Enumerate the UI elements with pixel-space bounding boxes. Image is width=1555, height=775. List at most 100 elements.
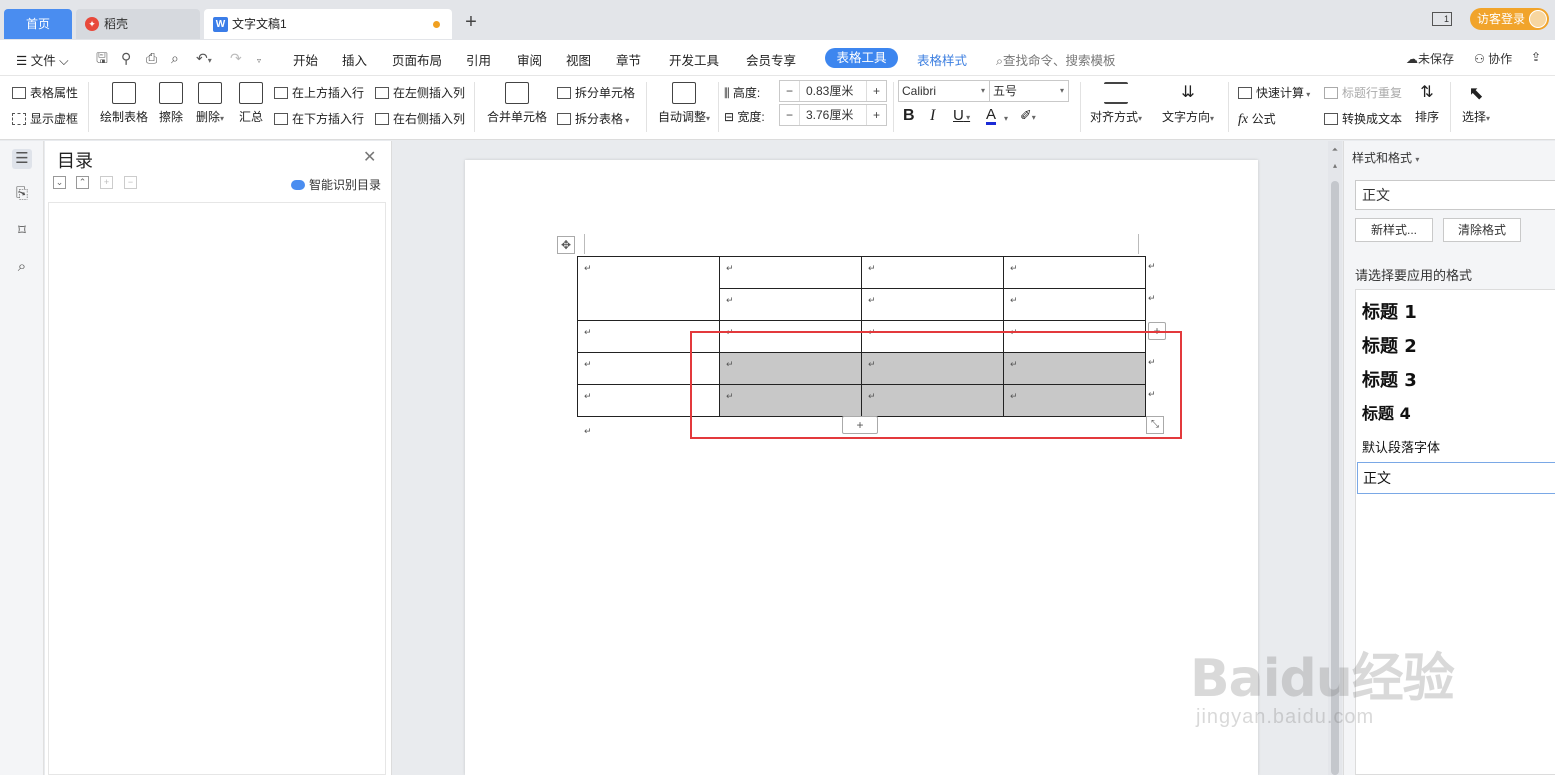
to-text-button[interactable]: 转换成文本 bbox=[1324, 110, 1402, 127]
height-minus-button[interactable]: − bbox=[780, 81, 800, 101]
width-plus-button[interactable]: + bbox=[866, 105, 886, 125]
table-cell[interactable]: ↵ bbox=[577, 256, 720, 321]
font-color-icon[interactable]: A bbox=[986, 107, 997, 125]
document-page[interactable]: ✥ ↵ ↵ ↵ ↵ ↵ ↵ ↵ ↵ ↵ ↵ ↵ ↵ ↵ ↵ ↵ ↵ ↵ ↵ ↵ … bbox=[465, 160, 1258, 775]
insert-row-above-button[interactable]: 在上方插入行 bbox=[274, 84, 364, 101]
draw-table-button[interactable]: 绘制表格 bbox=[98, 80, 150, 125]
toc-icon[interactable]: ☰ bbox=[12, 149, 32, 169]
style-heading-4[interactable]: 标题 4 bbox=[1362, 400, 1411, 424]
width-minus-button[interactable]: − bbox=[780, 105, 800, 125]
select-button[interactable]: ⬉ 选择▾ bbox=[1456, 80, 1496, 125]
erase-button[interactable]: 擦除 bbox=[156, 80, 186, 125]
scroll-up-icon[interactable]: ▴ bbox=[1330, 161, 1340, 171]
unsaved-status[interactable]: ☁未保存 bbox=[1406, 50, 1454, 67]
menu-table-style[interactable]: 表格样式 bbox=[917, 50, 967, 69]
tab-home[interactable]: 首页 bbox=[4, 9, 72, 39]
align-button[interactable]: 对齐方式▾ bbox=[1086, 80, 1146, 125]
tab-document[interactable]: W 文字文稿1 bbox=[204, 9, 452, 39]
format-painter-icon[interactable]: ⚲ bbox=[121, 50, 131, 66]
repeat-header-button[interactable]: 标题行重复 bbox=[1324, 84, 1402, 101]
add-level-icon[interactable]: + bbox=[100, 176, 113, 189]
chapter-nav-icon[interactable]: ⎘ bbox=[12, 184, 32, 204]
command-search[interactable]: ⌕查找命令、搜索模板 bbox=[996, 50, 1116, 69]
watermark: Baidu经验 jingyan.baidu.com bbox=[1190, 628, 1480, 738]
table-cell[interactable]: ↵ bbox=[719, 288, 862, 321]
insert-row-below-button[interactable]: 在下方插入行 bbox=[274, 110, 364, 127]
new-style-button[interactable]: 新样式... bbox=[1355, 218, 1433, 242]
table-cell[interactable]: ↵ bbox=[861, 256, 1004, 289]
summary-button[interactable]: 汇总 bbox=[236, 80, 266, 125]
table-cell[interactable]: ↵ bbox=[1003, 256, 1146, 289]
style-heading-3[interactable]: 标题 3 bbox=[1362, 366, 1417, 392]
menu-references[interactable]: 引用 bbox=[466, 50, 491, 69]
menu-insert[interactable]: 插入 bbox=[342, 50, 367, 69]
menu-file[interactable]: ☰ 文件 ⌵ bbox=[16, 50, 69, 69]
height-stepper[interactable]: − 0.83厘米 + bbox=[779, 80, 887, 102]
scroll-top-icon[interactable]: ⏶ bbox=[1330, 145, 1340, 155]
draw-table-icon bbox=[112, 82, 136, 104]
customize-icon[interactable]: ▿ bbox=[257, 50, 261, 69]
menu-view[interactable]: 视图 bbox=[566, 50, 591, 69]
style-normal[interactable]: 正文 bbox=[1357, 462, 1555, 494]
split-cells-button[interactable]: 拆分单元格 bbox=[557, 84, 635, 101]
width-stepper[interactable]: − 3.76厘米 + bbox=[779, 104, 887, 126]
height-plus-button[interactable]: + bbox=[866, 81, 886, 101]
text-direction-button[interactable]: ⇊ 文字方向▾ bbox=[1158, 80, 1218, 125]
table-cell[interactable]: ↵ bbox=[719, 256, 862, 289]
current-style-field[interactable]: 正文 bbox=[1355, 180, 1555, 210]
style-heading-2[interactable]: 标题 2 bbox=[1362, 332, 1417, 358]
style-heading-1[interactable]: 标题 1 bbox=[1362, 298, 1417, 324]
table-cell[interactable]: ↵ bbox=[861, 288, 1004, 321]
close-icon[interactable]: ✕ bbox=[363, 147, 376, 167]
clear-format-button[interactable]: 清除格式 bbox=[1443, 218, 1521, 242]
table-props-button[interactable]: 表格属性 bbox=[12, 84, 78, 101]
bookmark-icon[interactable]: ⌑ bbox=[12, 221, 32, 241]
font-size-select[interactable]: 五号 ▾ bbox=[989, 80, 1069, 102]
menu-member[interactable]: 会员专享 bbox=[746, 50, 796, 69]
smart-toc-button[interactable]: 智能识别目录 bbox=[291, 176, 381, 193]
divider bbox=[1228, 82, 1229, 132]
insert-col-right-button[interactable]: 在右侧插入列 bbox=[375, 110, 465, 127]
menu-dev-tools[interactable]: 开发工具 bbox=[669, 50, 719, 69]
menu-page-layout[interactable]: 页面布局 bbox=[392, 50, 442, 69]
underline-icon[interactable]: U ▾ bbox=[953, 107, 970, 124]
expand-down-icon[interactable]: ⌄ bbox=[53, 176, 66, 189]
menu-table-tools[interactable]: 表格工具 bbox=[825, 48, 898, 68]
auto-fit-button[interactable]: 自动调整▾ bbox=[654, 80, 714, 125]
share-icon[interactable]: ⇪ bbox=[1531, 50, 1541, 64]
menu-start[interactable]: 开始 bbox=[293, 50, 318, 69]
undo-icon[interactable]: ↶▾ bbox=[196, 50, 212, 69]
login-button[interactable]: 访客登录 bbox=[1470, 8, 1549, 30]
delete-button[interactable]: 删除▾ bbox=[192, 80, 228, 125]
menu-section[interactable]: 章节 bbox=[616, 50, 641, 69]
split-table-button[interactable]: 拆分表格 ▾ bbox=[557, 110, 629, 127]
italic-icon[interactable]: I bbox=[930, 107, 935, 125]
highlight-icon[interactable]: ✐▾ bbox=[1020, 107, 1036, 124]
window-layout-icon[interactable]: 1 bbox=[1432, 12, 1452, 26]
bold-icon[interactable]: B bbox=[903, 107, 915, 125]
print-preview-icon[interactable]: ⌕ bbox=[171, 50, 179, 66]
collapse-up-icon[interactable]: ⌃ bbox=[76, 176, 89, 189]
collab-button[interactable]: ⚇ 协作 bbox=[1474, 50, 1512, 67]
table-cell[interactable]: ↵ bbox=[1003, 288, 1146, 321]
show-grid-button[interactable]: 显示虚框 bbox=[12, 110, 78, 127]
font-select[interactable]: Calibri ▾ bbox=[898, 80, 990, 102]
remove-level-icon[interactable]: − bbox=[124, 176, 137, 189]
insert-col-left-button[interactable]: 在左侧插入列 bbox=[375, 84, 465, 101]
styles-pane-title[interactable]: 样式和格式 ▾ bbox=[1352, 149, 1419, 166]
table-move-handle-icon[interactable]: ✥ bbox=[557, 236, 575, 254]
merge-cells-button[interactable]: 合并单元格 bbox=[484, 80, 550, 125]
style-default-para-font[interactable]: 默认段落字体 bbox=[1362, 437, 1440, 456]
print-icon[interactable]: ⎙ bbox=[146, 50, 157, 66]
formula-button[interactable]: fx 公式 bbox=[1238, 110, 1276, 128]
smart-toc-label: 智能识别目录 bbox=[309, 178, 382, 192]
sort-button[interactable]: ⇅ 排序 bbox=[1410, 80, 1444, 125]
tab-docer[interactable]: ✦ 稻壳 bbox=[76, 9, 200, 39]
font-color-dropdown[interactable]: ▾ bbox=[1004, 110, 1008, 124]
search-icon[interactable]: ⌕ bbox=[12, 257, 32, 277]
menu-review[interactable]: 审阅 bbox=[517, 50, 542, 69]
quick-calc-button[interactable]: 快速计算 ▾ bbox=[1238, 84, 1310, 101]
redo-icon[interactable]: ↷ bbox=[230, 50, 242, 66]
save-icon[interactable]: 🖫 bbox=[96, 50, 108, 66]
new-tab-button[interactable]: + bbox=[460, 12, 482, 34]
